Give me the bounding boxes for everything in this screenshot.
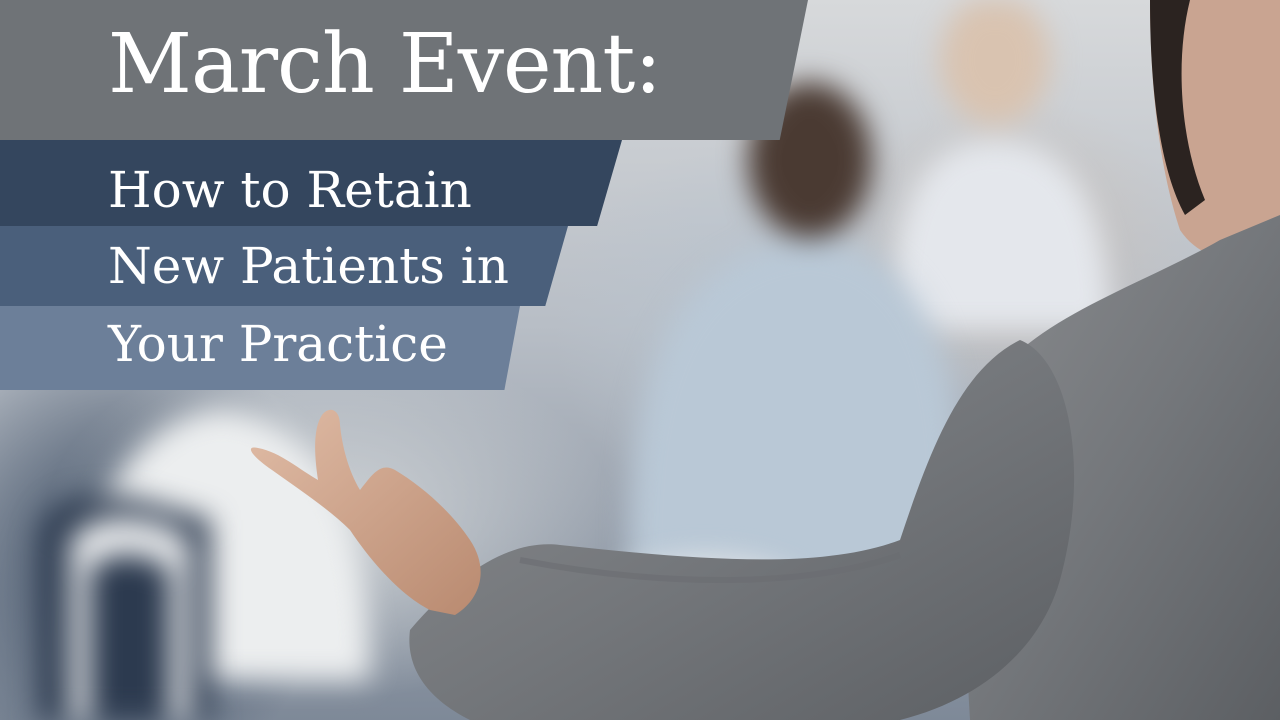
event-title: March Event: (108, 17, 662, 112)
subtitle-band-3: Your Practice (0, 306, 520, 390)
subtitle-band-1: How to Retain (0, 140, 622, 226)
subtitle-band-2: New Patients in (0, 226, 568, 306)
subtitle-line-2: New Patients in (108, 237, 509, 295)
subtitle-line-1: How to Retain (108, 161, 472, 219)
subtitle-line-3: Your Practice (108, 315, 448, 373)
event-title-band: March Event: (0, 0, 808, 140)
event-promo-image: March Event: How to Retain New Patients … (0, 0, 1280, 720)
